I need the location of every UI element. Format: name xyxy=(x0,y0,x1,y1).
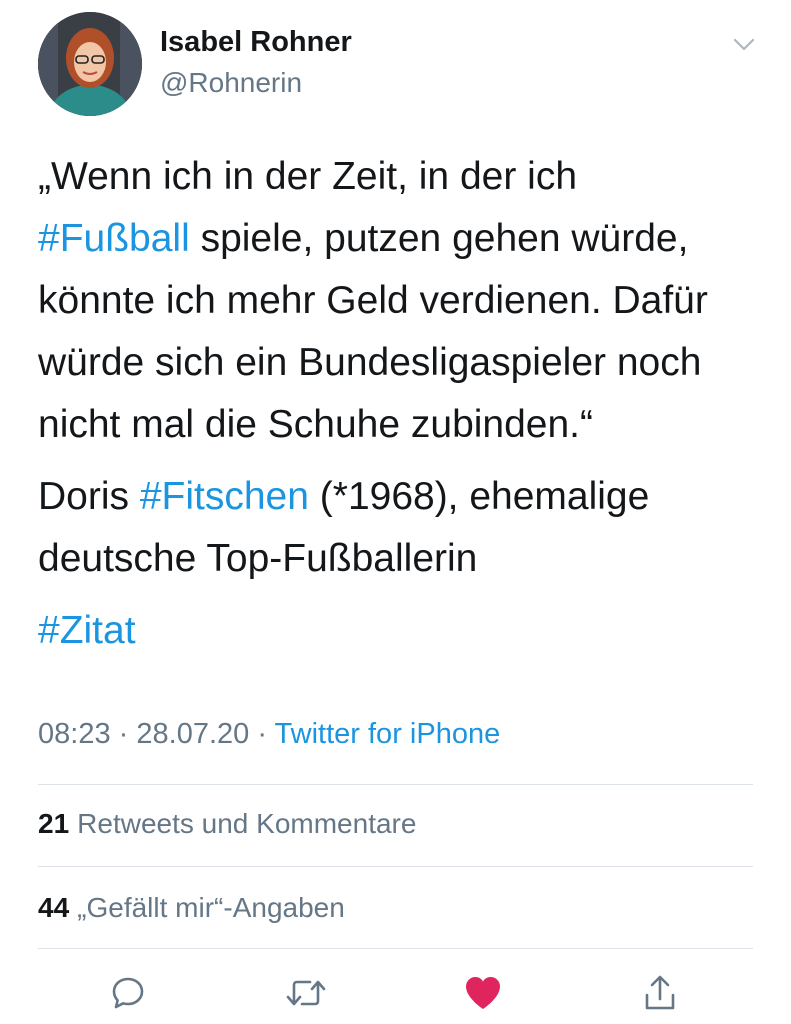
retweet-icon xyxy=(286,980,326,1006)
tweet-line: könnte ich mehr Geld verdienen. Dafür xyxy=(38,270,758,332)
share-icon xyxy=(645,975,675,1010)
tweet-text-segment: „Wenn ich in der Zeit, in der ich xyxy=(38,155,578,198)
tweet-text-segment: nicht mal die Schuhe zubinden.“ xyxy=(38,403,594,446)
profile-photo-icon xyxy=(38,12,142,116)
hashtag-link[interactable]: #Fitschen xyxy=(140,475,309,518)
avatar[interactable] xyxy=(38,12,142,116)
retweets-label: Retweets und Kommentare xyxy=(77,808,417,839)
tweet-line: nicht mal die Schuhe zubinden.“ xyxy=(38,394,758,456)
retweets-count: 21 xyxy=(38,808,70,839)
tweet-text-segment: Doris xyxy=(38,475,140,518)
tweet-line: deutsche Top-Fußballerin xyxy=(38,528,758,590)
tweet-line: würde sich ein Bundesligaspieler noch xyxy=(38,332,758,394)
meta-separator: · xyxy=(118,718,129,750)
author-display-name[interactable]: Isabel Rohner xyxy=(160,26,352,59)
tweet-line: #Zitat xyxy=(38,600,758,662)
comment-icon xyxy=(112,977,144,1009)
tweet-text-segment: deutsche Top-Fußballerin xyxy=(38,537,478,580)
tweet-text-segment: würde sich ein Bundesligaspieler noch xyxy=(38,341,702,384)
tweet-text-segment: könnte ich mehr Geld verdienen. Dafür xyxy=(38,279,708,322)
tweet-time: 08:23 xyxy=(38,718,111,750)
tweet-text-segment: spiele, putzen gehen würde, xyxy=(189,217,689,260)
tweet-paragraph-attribution: Doris #Fitschen (*1968), ehemalige deutsc… xyxy=(38,466,758,590)
tweet-line: Doris #Fitschen (*1968), ehemalige xyxy=(38,466,758,528)
hashtag-link[interactable]: #Zitat xyxy=(38,609,136,652)
heart-icon xyxy=(466,977,500,1009)
tweet-text: „Wenn ich in der Zeit, in der ich #Fußbal… xyxy=(38,146,758,662)
likes-label: „Gefällt mir“-Angaben xyxy=(77,892,345,923)
tweet-line: „Wenn ich in der Zeit, in der ich xyxy=(38,146,758,208)
reply-button[interactable] xyxy=(103,968,153,1018)
divider xyxy=(38,784,753,785)
hashtag-link[interactable]: #Fußball xyxy=(38,217,190,260)
author-handle[interactable]: @Rohnerin xyxy=(160,67,302,99)
divider xyxy=(38,866,753,867)
share-button[interactable] xyxy=(635,968,685,1018)
tweet-text-segment: (*1968), ehemalige xyxy=(308,475,650,518)
tweet-paragraph-quote: „Wenn ich in der Zeit, in der ich #Fußbal… xyxy=(38,146,758,456)
likes-stat[interactable]: 44 „Gefällt mir“-Angaben xyxy=(38,892,345,924)
tweet-meta: 08:23 · 28.07.20 · Twitter for iPhone xyxy=(38,718,500,751)
tweet-source-link[interactable]: Twitter for iPhone xyxy=(275,718,501,750)
retweets-stat[interactable]: 21 Retweets und Kommentare xyxy=(38,808,416,840)
divider xyxy=(38,948,753,949)
like-button[interactable] xyxy=(458,968,508,1018)
tweet-date: 28.07.20 xyxy=(136,718,250,750)
chevron-down-icon[interactable] xyxy=(728,30,760,58)
retweet-button[interactable] xyxy=(281,968,331,1018)
tweet-paragraph-hashtag: #Zitat xyxy=(38,600,758,662)
likes-count: 44 xyxy=(38,892,70,923)
tweet-line: #Fußball spiele, putzen gehen würde, xyxy=(38,208,758,270)
meta-separator: · xyxy=(257,718,267,750)
